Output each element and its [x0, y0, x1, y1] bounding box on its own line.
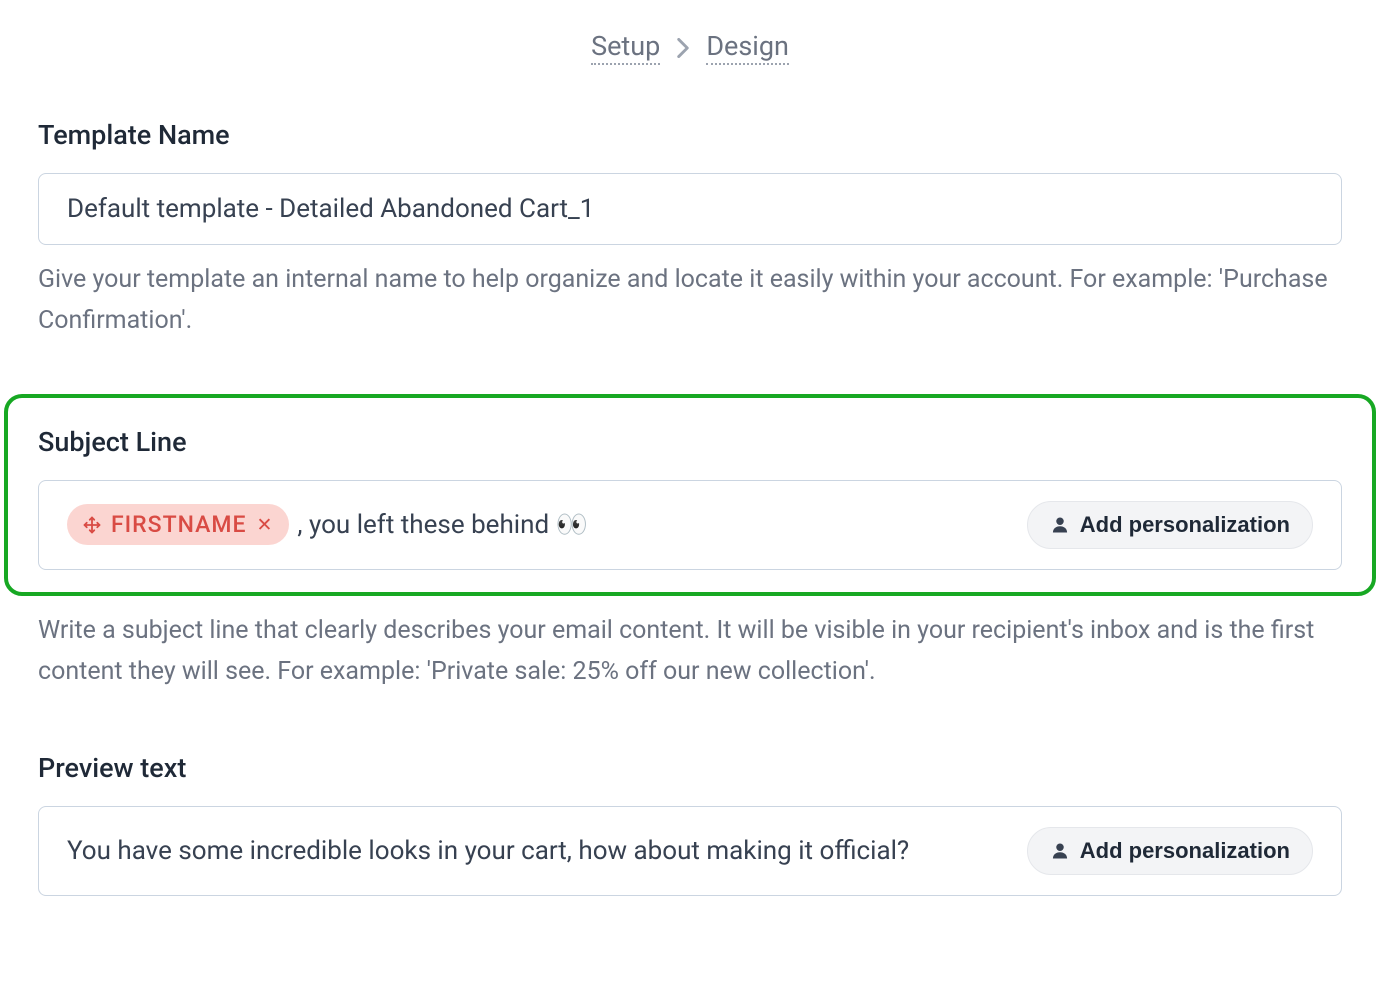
preview-text-value[interactable]: You have some incredible looks in your c…: [67, 831, 1007, 871]
template-name-input[interactable]: [38, 173, 1342, 245]
preview-text-section: Preview text You have some incredible lo…: [38, 752, 1342, 896]
chevron-right-icon: [676, 38, 690, 58]
template-name-section: Template Name Give your template an inte…: [38, 119, 1342, 342]
preview-text-label: Preview text: [38, 752, 1342, 784]
move-icon: [83, 516, 101, 534]
subject-line-help: Write a subject line that clearly descri…: [38, 610, 1342, 693]
person-icon: [1050, 515, 1070, 535]
add-personalization-label: Add personalization: [1080, 512, 1290, 538]
subject-line-text[interactable]: , you left these behind 👀: [297, 510, 1018, 540]
breadcrumb: Setup Design: [38, 30, 1342, 65]
add-personalization-label-preview: Add personalization: [1080, 838, 1290, 864]
personalization-chip-firstname[interactable]: FIRSTNAME ✕: [67, 504, 289, 545]
subject-line-input[interactable]: FIRSTNAME ✕ , you left these behind 👀 Ad…: [38, 480, 1342, 570]
add-personalization-button[interactable]: Add personalization: [1027, 501, 1313, 549]
add-personalization-button-preview[interactable]: Add personalization: [1027, 827, 1313, 875]
template-name-help: Give your template an internal name to h…: [38, 259, 1342, 342]
template-name-label: Template Name: [38, 119, 1342, 151]
close-icon[interactable]: ✕: [256, 515, 273, 534]
preview-text-input[interactable]: You have some incredible looks in your c…: [38, 806, 1342, 896]
chip-label: FIRSTNAME: [111, 511, 246, 538]
subject-line-section: Subject Line FIRSTNAME ✕ , you left thes…: [4, 394, 1376, 596]
person-icon: [1050, 841, 1070, 861]
subject-line-label: Subject Line: [38, 426, 1342, 458]
breadcrumb-design[interactable]: Design: [706, 30, 789, 65]
breadcrumb-setup[interactable]: Setup: [591, 30, 660, 65]
